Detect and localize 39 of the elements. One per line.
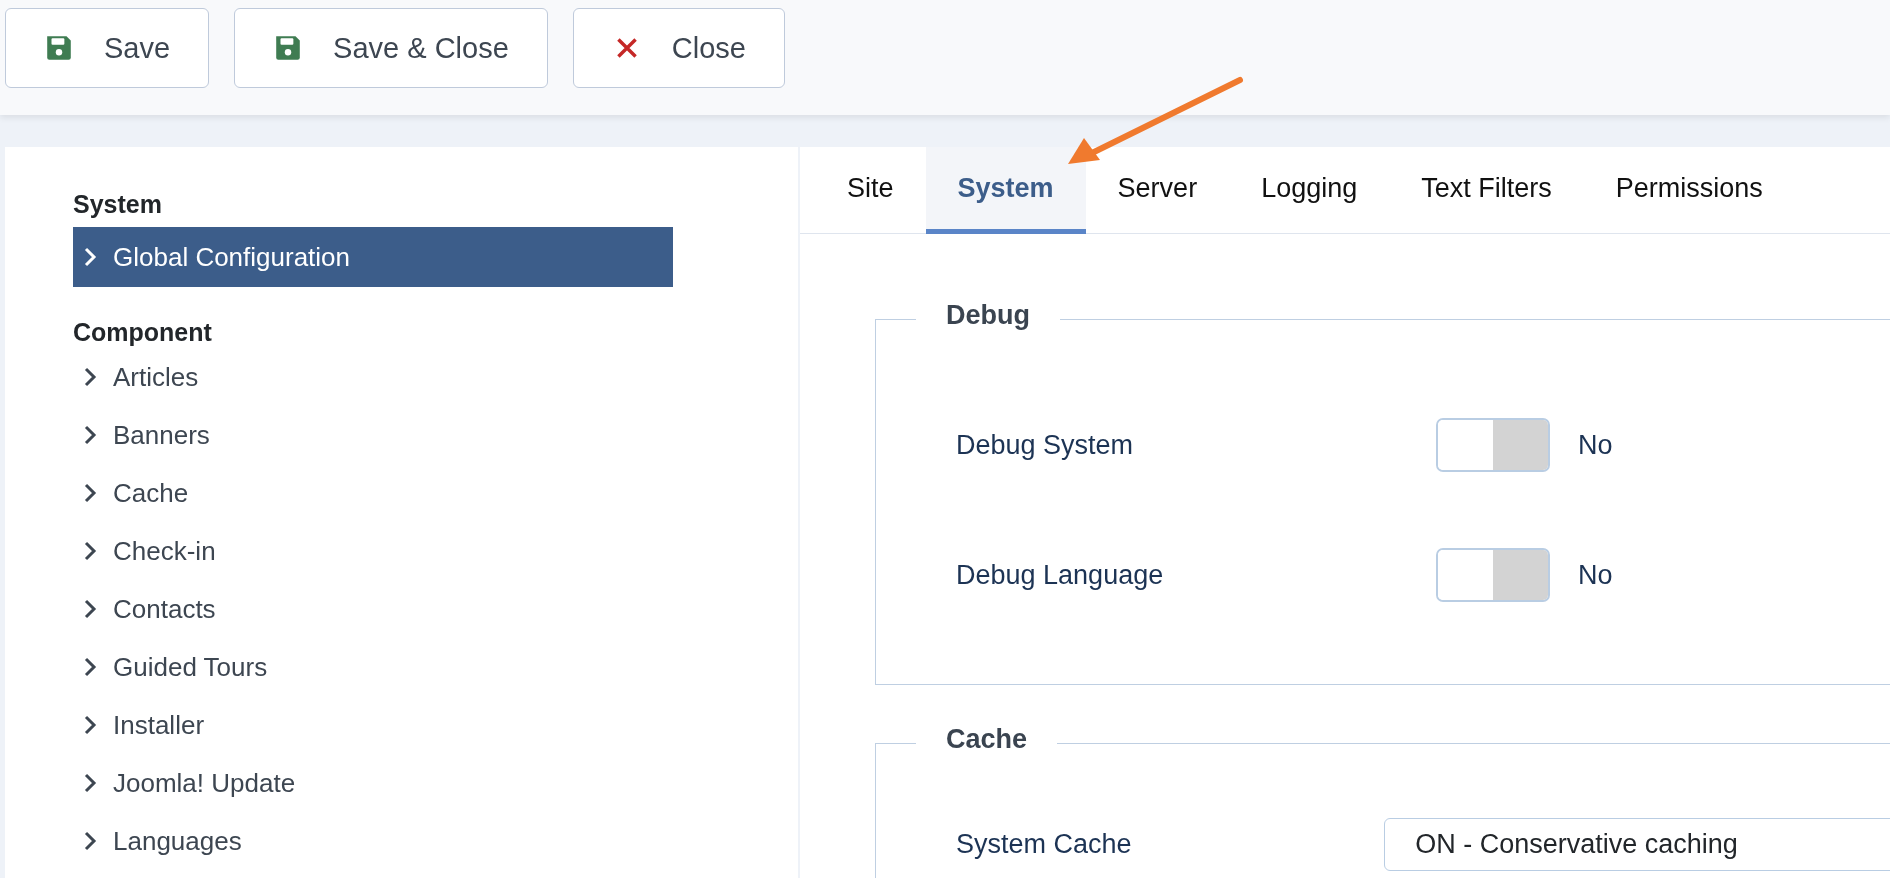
- toolbar-button[interactable]: Save: [5, 8, 210, 88]
- chevron-icon: [83, 482, 97, 504]
- chevron-icon: [83, 246, 97, 268]
- chevron-icon: [83, 598, 97, 620]
- toolbar-button[interactable]: Close: [572, 8, 785, 88]
- select-field[interactable]: ON - Conservative caching: [1384, 817, 1890, 871]
- sidebar-item[interactable]: Joomla! Update: [73, 753, 673, 813]
- chevron-icon: [83, 772, 97, 794]
- sidebar-item[interactable]: Check-in: [73, 521, 673, 581]
- sidebar-heading: System: [73, 189, 163, 219]
- sidebar-item[interactable]: Installer: [73, 695, 673, 755]
- chevron-icon: [83, 366, 97, 388]
- toggle-switch[interactable]: [1436, 418, 1550, 472]
- tab[interactable]: Server: [1085, 147, 1230, 234]
- toolbar-button[interactable]: Save & Close: [234, 8, 548, 88]
- sidebar-item[interactable]: Articles: [73, 347, 673, 407]
- chevron-icon: [83, 714, 97, 736]
- toggle-value: No: [1578, 559, 1613, 591]
- chevron-icon: [83, 540, 97, 562]
- field-label: System Cache: [956, 828, 1133, 860]
- chevron-icon: [83, 656, 97, 678]
- tab[interactable]: System: [925, 147, 1086, 234]
- toggle-value: No: [1578, 429, 1613, 461]
- tab[interactable]: Text Filters: [1389, 147, 1584, 234]
- chevron-icon: [83, 830, 97, 852]
- sidebar-heading: Component: [73, 317, 213, 347]
- sidebar-item[interactable]: Banners: [73, 405, 673, 465]
- toggle-switch[interactable]: [1436, 548, 1550, 602]
- sidebar-item[interactable]: Languages: [73, 811, 673, 871]
- tab[interactable]: Permissions: [1583, 147, 1795, 234]
- sidebar-item[interactable]: Cache: [73, 463, 673, 523]
- sidebar-item[interactable]: Guided Tours: [73, 637, 673, 697]
- tab[interactable]: Site: [815, 147, 926, 234]
- field-label: Debug Language: [956, 559, 1165, 591]
- sidebar-item[interactable]: Contacts: [73, 579, 673, 639]
- field-label: Debug System: [956, 429, 1135, 461]
- sidebar-item[interactable]: Global Configuration: [73, 227, 673, 287]
- chevron-icon: [83, 424, 97, 446]
- tab[interactable]: Logging: [1229, 147, 1390, 234]
